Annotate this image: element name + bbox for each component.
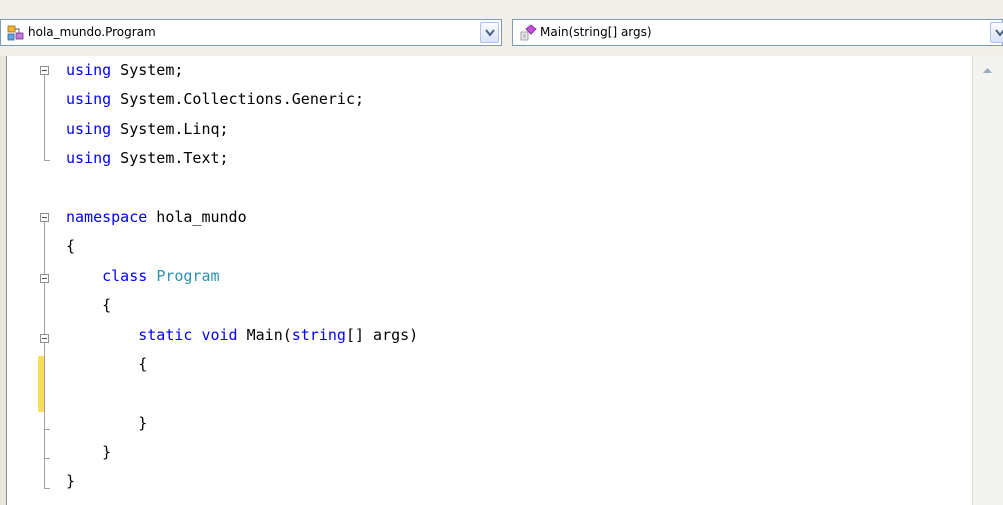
- type-dropdown-value: hola_mundo.Program: [28, 25, 156, 39]
- code-token: {: [66, 237, 76, 256]
- vertical-scrollbar[interactable]: [972, 56, 1003, 505]
- code-line[interactable]: using System.Text;: [66, 144, 418, 173]
- code-token: }: [66, 472, 76, 491]
- code-token: Main(: [237, 325, 292, 344]
- member-dropdown-button[interactable]: [990, 22, 1003, 43]
- keyword-token: void: [201, 325, 238, 344]
- collapse-using-region-toggle[interactable]: [40, 66, 49, 75]
- code-line[interactable]: }: [66, 467, 418, 496]
- keyword-token: string: [291, 325, 346, 344]
- scroll-up-icon[interactable]: [978, 62, 997, 80]
- type-dropdown[interactable]: hola_mundo.Program: [0, 19, 502, 46]
- code-line[interactable]: }: [66, 409, 418, 438]
- code-token: System.Collections.Generic;: [111, 90, 365, 109]
- code-line[interactable]: {: [66, 291, 418, 320]
- code-token: System;: [111, 61, 184, 79]
- code-editor[interactable]: using System; using System.Collections.Ge…: [0, 56, 1003, 505]
- outline-line: [44, 429, 50, 430]
- keyword-token: using: [66, 61, 112, 79]
- code-token: System.Text;: [111, 149, 229, 168]
- member-dropdown-value: Main(string[] args): [540, 25, 652, 39]
- type-dropdown-button[interactable]: [480, 22, 499, 43]
- outline-line: [44, 160, 50, 161]
- code-token: hola_mundo: [147, 207, 247, 226]
- code-line[interactable]: using System;: [66, 56, 418, 85]
- class-icon: [7, 25, 24, 41]
- navigation-bar: hola_mundo.Program Main(string[] args): [0, 0, 1003, 56]
- chevron-down-icon: [995, 29, 1003, 37]
- code-line[interactable]: class Program: [66, 262, 418, 291]
- outline-line: [44, 488, 50, 489]
- code-line[interactable]: namespace hola_mundo: [66, 203, 418, 232]
- collapse-method-toggle[interactable]: [40, 334, 49, 343]
- code-token: }: [66, 443, 112, 462]
- code-text[interactable]: using System; using System.Collections.Ge…: [66, 56, 418, 497]
- code-line[interactable]: [66, 379, 418, 408]
- chevron-down-icon: [485, 29, 495, 37]
- code-token: [] args): [345, 325, 419, 344]
- keyword-token: using: [66, 119, 112, 138]
- outline-line: [44, 221, 45, 489]
- code-token: }: [66, 413, 148, 432]
- code-line[interactable]: using System.Linq;: [66, 115, 418, 144]
- member-dropdown[interactable]: Main(string[] args): [512, 19, 1003, 46]
- code-line[interactable]: }: [66, 438, 418, 467]
- code-token: System.Linq;: [111, 119, 229, 138]
- keyword-token: using: [66, 90, 112, 109]
- outline-line: [44, 458, 50, 459]
- code-line[interactable]: using System.Collections.Generic;: [66, 85, 418, 114]
- keyword-token: static: [138, 325, 193, 344]
- code-line[interactable]: {: [66, 350, 418, 379]
- keyword-token: namespace: [66, 207, 148, 226]
- keyword-token: using: [66, 149, 112, 168]
- code-line[interactable]: static void Main(string[] args): [66, 321, 418, 350]
- editor-left-edge: [0, 56, 7, 505]
- collapse-class-toggle[interactable]: [40, 274, 49, 283]
- code-token: {: [66, 354, 148, 373]
- collapse-namespace-toggle[interactable]: [40, 213, 49, 222]
- keyword-token: class: [102, 266, 148, 285]
- method-icon: [520, 24, 537, 41]
- code-line[interactable]: {: [66, 232, 418, 261]
- code-line[interactable]: [66, 174, 418, 203]
- editor-gutter: [7, 56, 37, 505]
- code-token: {: [66, 296, 112, 315]
- outline-line: [44, 74, 45, 160]
- type-token: Program: [156, 266, 220, 285]
